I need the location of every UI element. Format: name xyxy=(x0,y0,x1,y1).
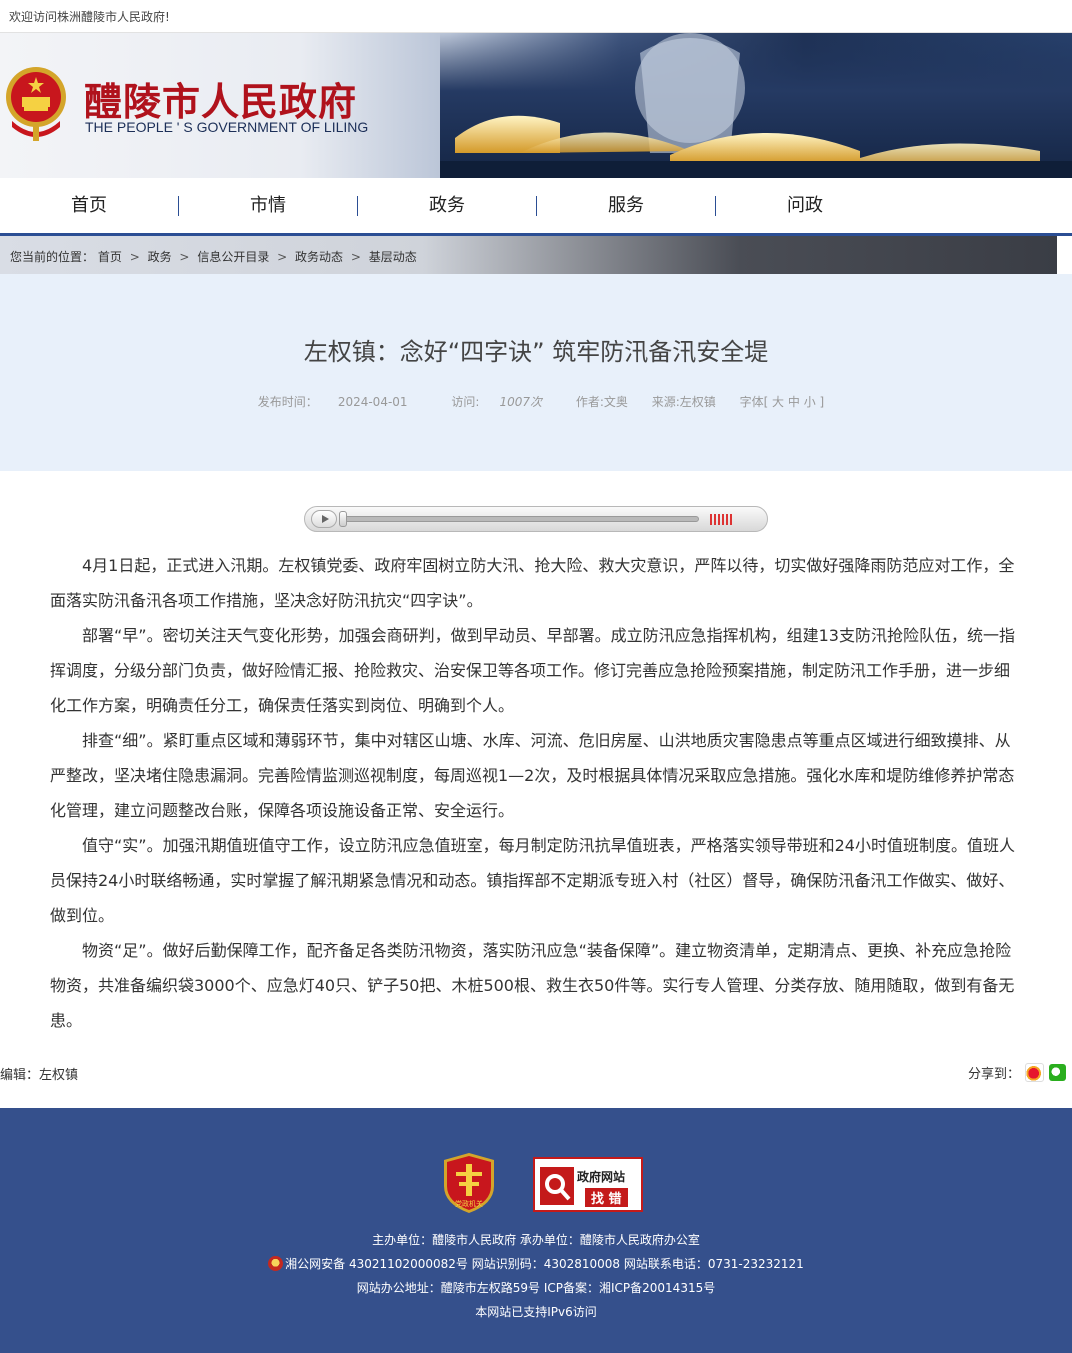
breadcrumb-separator: > xyxy=(277,250,288,264)
site-subtitle: THE PEOPLE ' S GOVERNMENT OF LILING xyxy=(85,119,369,135)
share-label: 分享到： xyxy=(967,1067,1020,1082)
breadcrumb-separator: > xyxy=(129,250,140,264)
author: 作者:文奥 xyxy=(575,395,628,409)
source: 来源:左权镇 xyxy=(651,395,716,409)
wechat-share-icon[interactable] xyxy=(1049,1064,1066,1081)
footer-record-line: 湘公网安备 43021102000082号 网站识别码：4302810008 网… xyxy=(0,1252,1072,1276)
nav-item-services[interactable]: 服务 xyxy=(537,195,716,216)
audio-progress-handle[interactable] xyxy=(339,511,347,527)
article-paragraph: 物资“足”。做好后勤保障工作，配齐备足各类防汛物资，落实防汛应急“装备保障”。建… xyxy=(50,941,1015,1030)
article-footer-row: 编辑：左权镇 分享到： xyxy=(0,1057,1072,1087)
breadcrumb-link-home[interactable]: 首页 xyxy=(98,250,122,264)
breadcrumb-separator: > xyxy=(179,250,190,264)
breadcrumb: 您当前的位置： 首页 > 政务 > 信息公开目录 > 政务动态 > 基层动态 xyxy=(0,236,1057,274)
article-paragraph: 值守“实”。加强汛期值班值守工作，设立防汛应急值班室，每月制定防汛抗旱值班表，严… xyxy=(50,836,1015,925)
article-body: 4月1日起，正式进入汛期。左权镇党委、政府牢固树立防大汛、抢大险、救大灾意识，严… xyxy=(0,548,1072,1038)
nav-item-government-affairs[interactable]: 政务 xyxy=(358,195,537,216)
government-site-error-report[interactable]: 政府网站 找 错 xyxy=(533,1157,643,1212)
breadcrumb-link-affairs[interactable]: 政务 xyxy=(148,250,172,264)
party-government-badge-icon[interactable]: 党政机关 xyxy=(442,1152,496,1214)
site-banner: 醴陵市人民政府 THE PEOPLE ' S GOVERNMENT OF LIL… xyxy=(0,33,1072,178)
breadcrumb-link-affairs-news[interactable]: 政务动态 xyxy=(295,250,343,264)
audio-progress-track[interactable] xyxy=(343,516,699,522)
footer-address: 网站办公地址：醴陵市左权路59号 ICP备案：湘ICP备20014315号 xyxy=(356,1281,716,1295)
publish-date: 发布时间： 2024-04-01 xyxy=(257,395,408,409)
national-emblem-icon xyxy=(6,67,66,141)
font-size-switcher[interactable]: 字体[ 大 中 小 ] xyxy=(740,395,825,409)
article-header: 左权镇：念好“四字诀” 筑牢防汛备汛安全堤 发布时间： 2024-04-01 访问… xyxy=(0,274,1072,471)
footer-organizer: 主办单位：醴陵市人民政府 承办单位：醴陵市人民政府办公室 xyxy=(372,1233,700,1247)
editor: 编辑：左权镇 xyxy=(0,1068,79,1083)
visit-count: 访问: 1007次 xyxy=(451,395,542,409)
nav-item-city-info[interactable]: 市情 xyxy=(179,195,358,216)
breadcrumb-link-grassroots[interactable]: 基层动态 xyxy=(369,250,417,264)
volume-icon[interactable] xyxy=(710,514,734,525)
welcome-text: 欢迎访问株洲醴陵市人民政府! xyxy=(9,10,170,24)
site-footer: 党政机关 政府网站 找 错 主办单位：醴陵市人民政府 承办单位：醴陵市人民政府办… xyxy=(0,1108,1072,1353)
nav-item-inquiry[interactable]: 问政 xyxy=(716,195,894,216)
weibo-share-icon[interactable] xyxy=(1025,1063,1044,1082)
breadcrumb-label: 您当前的位置： xyxy=(10,250,95,264)
stadium-banner-image xyxy=(440,33,1072,178)
audio-player xyxy=(304,506,768,532)
article-paragraph: 排查“细”。紧盯重点区域和薄弱环节，集中对辖区山塘、水库、河流、危旧房屋、山洪地… xyxy=(50,731,1015,820)
play-icon[interactable] xyxy=(311,510,337,528)
error-badge-line1: 政府网站 xyxy=(577,1170,626,1184)
magnifier-icon xyxy=(540,1167,574,1205)
police-badge-icon xyxy=(268,1256,284,1271)
article-paragraph: 4月1日起，正式进入汛期。左权镇党委、政府牢固树立防大汛、抢大险、救大灾意识，严… xyxy=(50,556,1015,610)
share-bar: 分享到： xyxy=(968,1063,1066,1082)
article-title: 左权镇：念好“四字诀” 筑牢防汛备汛安全堤 xyxy=(303,338,769,366)
nav-item-home[interactable]: 首页 xyxy=(0,195,179,216)
party-badge-text: 党政机关 xyxy=(455,1199,483,1208)
article-meta: 发布时间： 2024-04-01 访问: 1007次 作者:文奥 来源:左权镇 字体… xyxy=(0,393,1072,410)
welcome-bar: 欢迎访问株洲醴陵市人民政府! xyxy=(0,0,1072,33)
site-title: 醴陵市人民政府 xyxy=(84,79,358,124)
main-nav: 首页 市情 政务 服务 问政 xyxy=(0,178,1072,236)
error-badge-line2: 找 错 xyxy=(585,1188,628,1207)
footer-ipv6: 本网站已支持IPv6访问 xyxy=(475,1305,597,1319)
breadcrumb-link-info-catalog[interactable]: 信息公开目录 xyxy=(197,250,269,264)
breadcrumb-separator: > xyxy=(350,250,361,264)
article-paragraph: 部署“早”。密切关注天气变化形势，加强会商研判，做到早动员、早部署。成立防汛应急… xyxy=(50,626,1015,715)
